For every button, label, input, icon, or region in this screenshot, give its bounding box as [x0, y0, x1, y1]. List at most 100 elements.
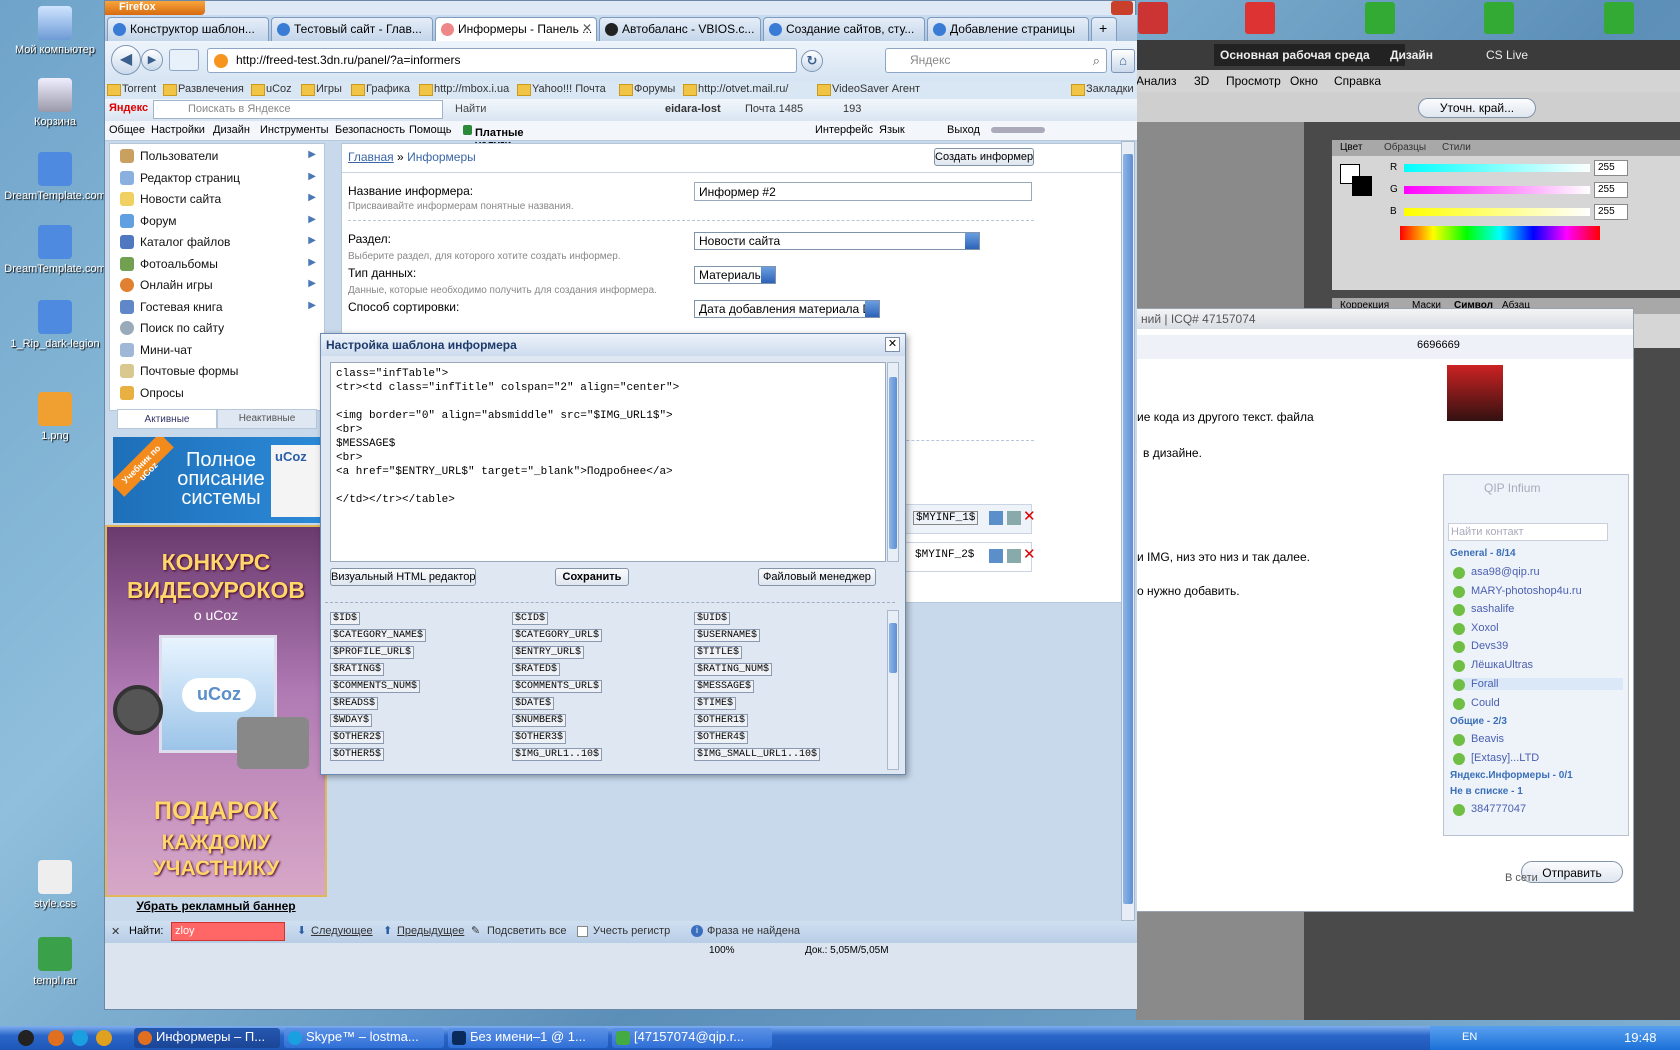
- contact-item-selected[interactable]: Forall: [1453, 678, 1623, 691]
- left-menu-file-catalog[interactable]: Каталог файлов ▶: [116, 232, 316, 252]
- informer-name-input[interactable]: Информер #2: [694, 182, 1032, 201]
- left-menu-polls[interactable]: Опросы: [116, 383, 316, 403]
- ps-g-slider[interactable]: [1404, 186, 1590, 194]
- informer-code[interactable]: $MYINF_2$: [915, 549, 974, 561]
- contact-item[interactable]: [Extasy]...LTD: [1453, 752, 1539, 765]
- desktop-icon-folder[interactable]: DreamTemplate.com: [0, 152, 110, 202]
- tab[interactable]: Конструктор шаблон...: [107, 17, 269, 41]
- background-color-swatch[interactable]: [1352, 176, 1372, 196]
- tab[interactable]: Добавление страницы: [927, 17, 1089, 41]
- video-contest-banner[interactable]: КОНКУРС ВИДЕОУРОКОВ о uCoz uCoz ПОДАРОК …: [105, 525, 327, 897]
- ps-menu-window[interactable]: Окно: [1290, 74, 1318, 88]
- desktop-icon-my-computer[interactable]: Мой компьютер: [0, 6, 110, 56]
- bookmark-item[interactable]: uCoz: [251, 83, 292, 96]
- wrench-icon[interactable]: [1007, 549, 1021, 563]
- section-select[interactable]: Новости сайта: [694, 232, 980, 250]
- editor-scrollbar[interactable]: [887, 362, 899, 562]
- desktop-icon-rar[interactable]: templ.rar: [0, 937, 110, 987]
- template-variable[interactable]: $TIME$: [694, 697, 737, 710]
- home-icon[interactable]: ⌂: [1111, 49, 1135, 73]
- template-variable[interactable]: $IMG_SMALL_URL1..10$: [694, 748, 821, 761]
- ps-color-spectrum[interactable]: [1400, 226, 1600, 240]
- contact-group[interactable]: General - 8/14: [1450, 548, 1516, 559]
- template-variable[interactable]: $TITLE$: [694, 646, 743, 659]
- archive-icon[interactable]: [1604, 2, 1634, 34]
- ps-menu-view[interactable]: Просмотр: [1226, 74, 1281, 88]
- firefox-quicklaunch-icon[interactable]: [48, 1030, 64, 1046]
- contact-group[interactable]: Общие - 2/3: [1450, 716, 1507, 727]
- qip-status[interactable]: В сети: [1505, 872, 1538, 884]
- menu-language[interactable]: Язык: [879, 124, 905, 136]
- contact-item[interactable]: asa98@qip.ru: [1453, 566, 1540, 579]
- yandex-mail[interactable]: Почта 1485: [745, 103, 803, 115]
- back-arrow-icon[interactable]: ◀: [111, 45, 141, 75]
- desktop-icon-png[interactable]: 1.png: [0, 392, 110, 442]
- breadcrumb-home-link[interactable]: Главная: [348, 150, 394, 164]
- tab[interactable]: Создание сайтов, сту...: [763, 17, 925, 41]
- menu-help[interactable]: Помощь: [409, 124, 452, 136]
- close-icon[interactable]: [1111, 1, 1133, 15]
- ps-design-label[interactable]: Дизайн: [1390, 48, 1433, 62]
- bookmark-item[interactable]: Развлечения: [163, 83, 244, 96]
- template-variable[interactable]: $RATED$: [512, 663, 561, 676]
- start-icon[interactable]: [18, 1030, 34, 1046]
- ps-menu-help[interactable]: Справка: [1334, 74, 1381, 88]
- contact-item[interactable]: Xoxol: [1453, 622, 1499, 635]
- search-input[interactable]: Яндекс ⌕: [885, 48, 1107, 73]
- firefox-menu-button[interactable]: Firefox: [105, 1, 205, 15]
- left-menu-guestbook[interactable]: Гостевая книга ▶: [116, 297, 316, 317]
- pdf-file-icon[interactable]: [1138, 2, 1168, 34]
- variables-scrollbar[interactable]: [887, 610, 899, 770]
- template-variable[interactable]: $OTHER4$: [694, 731, 749, 744]
- visual-html-editor-button[interactable]: Визуальный HTML редактор: [330, 568, 476, 586]
- contact-item[interactable]: ЛёшкаUltras: [1453, 659, 1533, 672]
- search-icon[interactable]: ⌕: [1093, 53, 1100, 69]
- find-input[interactable]: zloy: [171, 922, 285, 941]
- ps-tab-swatches[interactable]: Образцы: [1384, 142, 1426, 153]
- menu-settings[interactable]: Настройки: [151, 124, 205, 136]
- template-variable[interactable]: $READS$: [330, 697, 379, 710]
- template-variable[interactable]: $CATEGORY_URL$: [512, 629, 603, 642]
- bookmark-item[interactable]: http://mbox.i.ua: [419, 83, 509, 96]
- menu-logout[interactable]: Выход: [947, 124, 980, 136]
- template-variable[interactable]: $DATE$: [512, 697, 555, 710]
- menu-security[interactable]: Безопасность: [335, 124, 405, 136]
- template-variable[interactable]: $NUMBER$: [512, 714, 567, 727]
- find-next-button[interactable]: ⬇ Следующее: [297, 925, 373, 937]
- bookmark-item[interactable]: Игры: [301, 83, 342, 96]
- ace-archive-icon[interactable]: [1484, 2, 1514, 34]
- tab-active[interactable]: Информеры - Панель ... ✕: [435, 17, 597, 41]
- remove-banner-link[interactable]: Убрать рекламный баннер: [105, 899, 327, 913]
- desktop-icon-folder-rip[interactable]: 1_Rip_dark-legion: [0, 300, 110, 350]
- left-menu-mini-chat[interactable]: Мини-чат: [116, 340, 316, 360]
- app-quicklaunch-icon[interactable]: [96, 1030, 112, 1046]
- template-variable[interactable]: $COMMENTS_NUM$: [330, 680, 421, 693]
- template-variable[interactable]: $IMG_URL1..10$: [512, 748, 603, 761]
- template-variable[interactable]: $USERNAME$: [694, 629, 761, 642]
- delete-icon[interactable]: ✕: [1023, 507, 1036, 525]
- data-type-select[interactable]: Материалы: [694, 266, 776, 284]
- new-tab-button[interactable]: +: [1091, 17, 1117, 41]
- template-variable[interactable]: $PROFILE_URL$: [330, 646, 415, 659]
- tab-active-informers[interactable]: Активные: [117, 409, 217, 429]
- informer-code[interactable]: $MYINF_1$: [913, 511, 979, 525]
- bookmarks-menu[interactable]: Закладки: [1071, 83, 1134, 96]
- menu-design[interactable]: Дизайн: [213, 124, 250, 136]
- zoom-slider[interactable]: [991, 127, 1045, 133]
- left-menu-page-editor[interactable]: Редактор страниц ▶: [116, 168, 316, 188]
- contact-item[interactable]: 384777047: [1453, 803, 1526, 816]
- ps-b-slider[interactable]: [1404, 208, 1590, 216]
- contact-item[interactable]: Beavis: [1453, 733, 1504, 746]
- menu-interface[interactable]: Интерфейс: [815, 124, 873, 136]
- pdf-file-icon[interactable]: [1245, 2, 1275, 34]
- template-variable[interactable]: $CID$: [512, 612, 549, 625]
- bookmark-item[interactable]: Yahoo!!! Почта: [517, 83, 606, 96]
- skype-quicklaunch-icon[interactable]: [72, 1030, 88, 1046]
- yandex-logo[interactable]: Яндекс: [109, 102, 148, 114]
- ps-workspace-button[interactable]: Основная рабочая среда: [1214, 44, 1405, 66]
- highlight-all-button[interactable]: ✎ Подсветить все: [471, 925, 567, 937]
- task-qip[interactable]: [47157074@qip.r...: [612, 1028, 772, 1048]
- ps-r-value[interactable]: 255: [1594, 160, 1628, 176]
- delete-icon[interactable]: ✕: [1023, 545, 1036, 563]
- bookmark-item[interactable]: VideoSaver Агент: [817, 83, 920, 96]
